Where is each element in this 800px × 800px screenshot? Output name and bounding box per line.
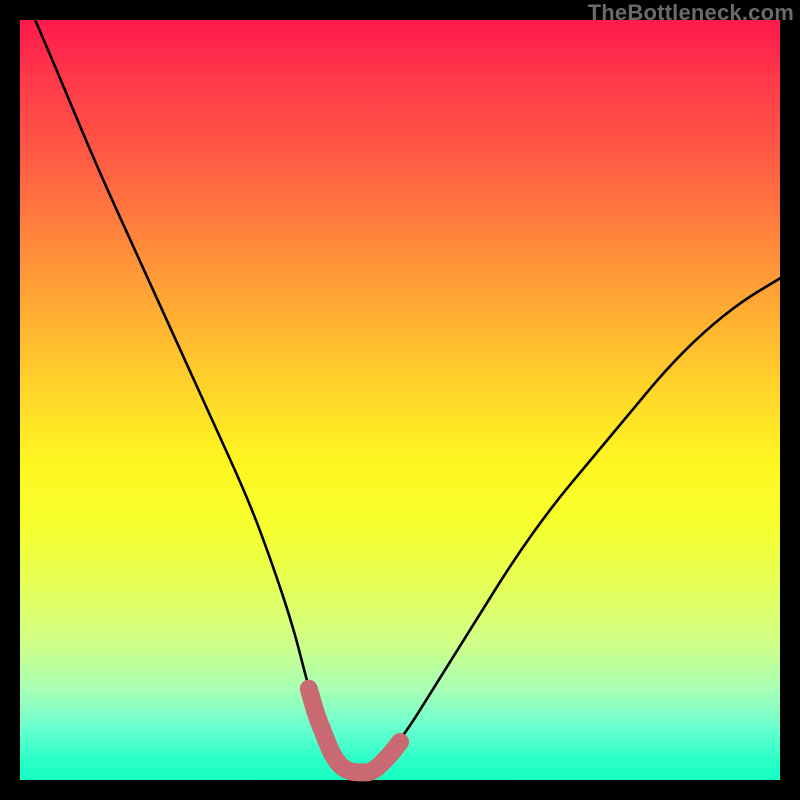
chart-frame: TheBottleneck.com xyxy=(0,0,800,800)
plot-area xyxy=(20,20,780,780)
bottleneck-curve xyxy=(35,20,780,772)
optimal-zone-highlight xyxy=(309,689,400,773)
curve-layer xyxy=(20,20,780,780)
